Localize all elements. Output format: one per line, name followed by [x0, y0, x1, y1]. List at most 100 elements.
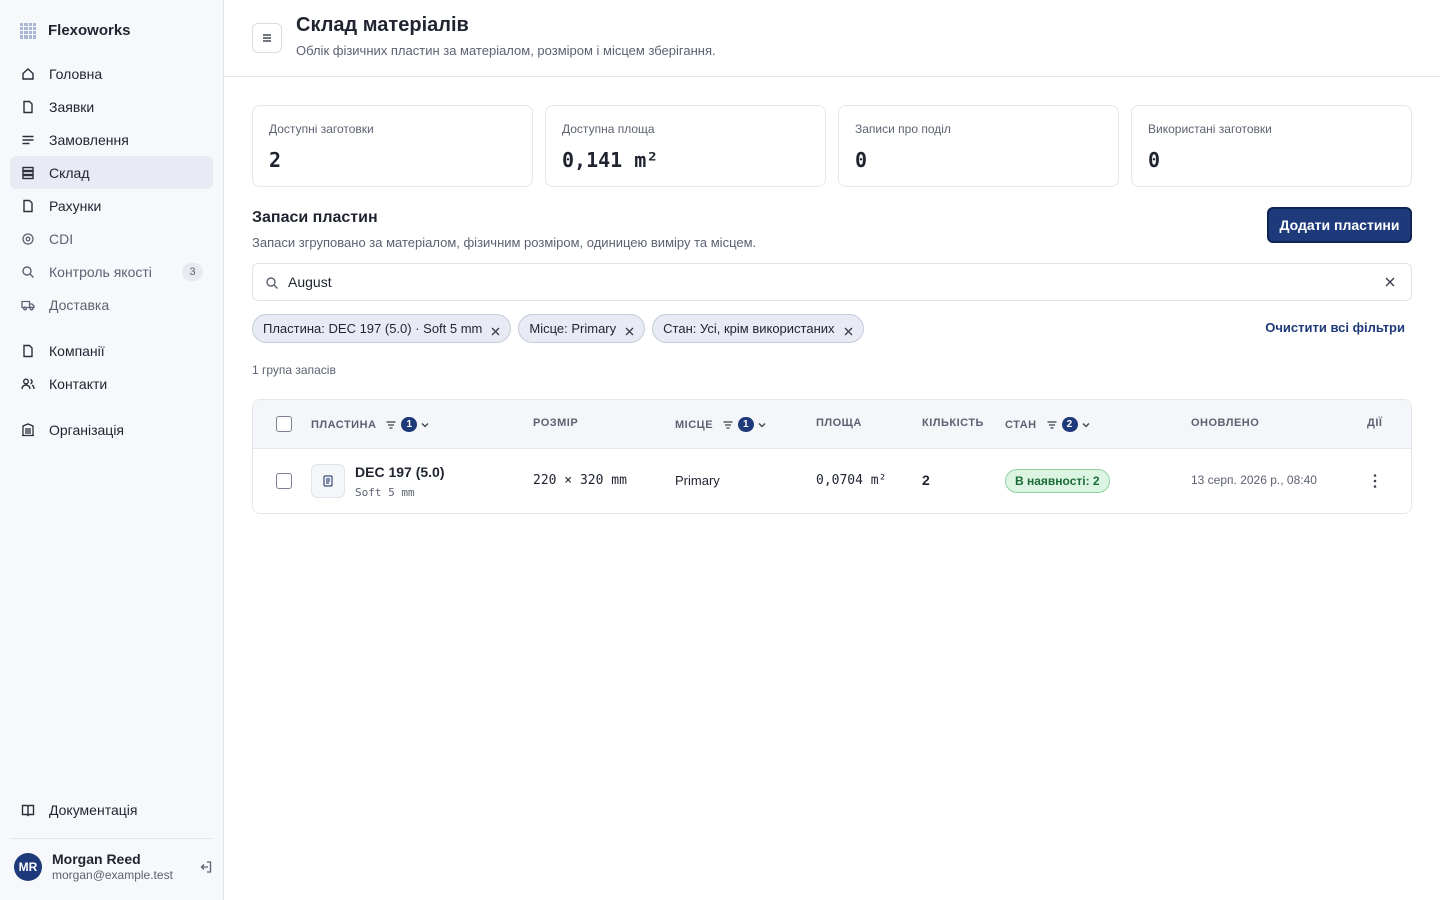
sidebar-item-invoices[interactable]: Рахунки: [10, 189, 213, 222]
clear-search-icon[interactable]: [1383, 275, 1397, 289]
filter-chips: Пластина: DEC 197 (5.0) · Soft 5 mm Місц…: [252, 314, 864, 343]
contacts-icon: [21, 377, 35, 391]
filter-icon: [723, 420, 733, 429]
sidebar-item-home[interactable]: Головна: [10, 57, 213, 90]
column-header-status[interactable]: СТАН 2: [1005, 417, 1091, 432]
stat-label: Використані заготовки: [1148, 122, 1272, 136]
user-info: Morgan Reed morgan@example.test: [52, 851, 173, 883]
column-header-size: РОЗМІР: [533, 417, 578, 429]
sidebar-docs: Документація: [10, 793, 213, 826]
row-checkbox[interactable]: [276, 473, 292, 489]
plate-location: Primary: [675, 473, 720, 488]
sidebar-item-contacts[interactable]: Контакти: [10, 367, 213, 400]
sidebar-item-documentation[interactable]: Документація: [10, 793, 213, 826]
chip-label: Місце: Primary: [529, 321, 617, 336]
column-header-quantity: КІЛЬКІСТЬ: [922, 417, 984, 429]
sidebar-item-label: Контроль якості: [49, 263, 152, 280]
plate-size: 220 × 320 mm: [533, 473, 627, 488]
column-label: ПЛОЩА: [816, 417, 862, 429]
sidebar-item-cdi[interactable]: CDI: [10, 222, 213, 255]
stat-used-blanks: Використані заготовки 0: [1131, 105, 1412, 187]
menu-icon: [263, 34, 271, 42]
filter-count-badge: 1: [738, 417, 755, 432]
filter-icon: [1047, 420, 1057, 429]
column-label: ПЛАСТИНА: [311, 418, 377, 431]
sidebar-item-label: Головна: [49, 65, 103, 82]
column-header-actions: ДІЇ: [1367, 417, 1382, 429]
plate-area: 0,0704 m²: [816, 473, 887, 488]
plate-document-icon: [311, 464, 345, 498]
sidebar-item-delivery[interactable]: Доставка: [10, 288, 213, 321]
column-header-updated: ОНОВЛЕНО: [1191, 417, 1259, 429]
column-label: КІЛЬКІСТЬ: [922, 417, 984, 429]
home-icon: [21, 67, 35, 81]
chevron-down-icon: [1082, 422, 1090, 427]
table-row[interactable]: DEC 197 (5.0) Soft 5 mm 220 × 320 mm Pri…: [253, 449, 1411, 513]
column-label: СТАН: [1005, 418, 1037, 431]
stat-available-blanks: Доступні заготовки 2: [252, 105, 533, 187]
menu-toggle-button[interactable]: [252, 23, 282, 53]
user-profile[interactable]: MR Morgan Reed morgan@example.test: [14, 851, 214, 883]
remove-filter-icon[interactable]: [491, 324, 500, 336]
column-header-location[interactable]: МІСЦЕ 1: [675, 417, 767, 432]
column-label: МІСЦЕ: [675, 418, 714, 431]
sidebar-item-companies[interactable]: Компанії: [10, 334, 213, 367]
section-title: Запаси пластин: [252, 209, 378, 226]
remove-filter-icon[interactable]: [844, 324, 853, 336]
more-actions-icon[interactable]: [1369, 472, 1381, 490]
column-header-area: ПЛОЩА: [816, 417, 862, 429]
chevron-down-icon: [758, 422, 766, 427]
book-icon: [21, 803, 35, 817]
filter-chip-location[interactable]: Місце: Primary: [518, 314, 646, 343]
stat-value: 0: [855, 148, 868, 172]
column-label: РОЗМІР: [533, 417, 579, 429]
plate-quantity: 2: [922, 472, 930, 488]
sidebar-item-label: Замовлення: [49, 131, 129, 148]
clear-all-filters-link[interactable]: Очистити всі фільтри: [1265, 320, 1405, 335]
sidebar-item-quality[interactable]: Контроль якості 3: [10, 255, 213, 288]
sidebar: Flexoworks Головна Заявки Замовлення Скл…: [0, 0, 224, 900]
search-input[interactable]: [288, 272, 1368, 292]
sidebar-item-label: Документація: [49, 801, 138, 818]
chip-label: Стан: Усі, крім використаних: [663, 321, 835, 336]
select-all-checkbox[interactable]: [276, 416, 292, 432]
brand-logo-icon: [20, 22, 36, 39]
stat-label: Записи про поділ: [855, 122, 951, 136]
sidebar-divider: [10, 838, 213, 839]
filter-chip-status[interactable]: Стан: Усі, крім використаних: [652, 314, 864, 343]
brand-name: Flexoworks: [48, 22, 131, 39]
filter-chip-plate[interactable]: Пластина: DEC 197 (5.0) · Soft 5 mm: [252, 314, 512, 343]
updated-timestamp: 13 серп. 2026 р., 08:40: [1191, 473, 1317, 487]
stat-available-area: Доступна площа 0,141 m²: [545, 105, 826, 187]
column-header-plate[interactable]: ПЛАСТИНА 1: [311, 417, 430, 432]
sidebar-item-label: Заявки: [49, 98, 95, 115]
filter-icon: [386, 420, 396, 429]
logout-icon[interactable]: [198, 859, 214, 875]
sidebar-item-label: Доставка: [49, 296, 110, 313]
stat-value: 2: [269, 148, 282, 172]
plate-name[interactable]: DEC 197 (5.0): [355, 464, 444, 480]
add-plates-button[interactable]: Додати пластини: [1267, 207, 1412, 243]
column-label: ОНОВЛЕНО: [1191, 417, 1260, 429]
stack-icon: [21, 166, 35, 180]
stat-value: 0: [1148, 148, 1161, 172]
sidebar-item-requests[interactable]: Заявки: [10, 90, 213, 123]
sidebar-item-organization[interactable]: Організація: [10, 413, 213, 446]
search-icon: [265, 276, 279, 290]
remove-filter-icon[interactable]: [625, 324, 634, 336]
sidebar-item-orders[interactable]: Замовлення: [10, 123, 213, 156]
search-icon: [21, 265, 35, 279]
truck-icon: [21, 298, 35, 312]
building-icon: [21, 422, 35, 437]
section-subtitle: Запаси згруповано за матеріалом, фізични…: [252, 235, 757, 250]
table-header: ПЛАСТИНА 1 РОЗМІР МІСЦЕ 1 ПЛОЩА КІЛЬКІСТ…: [253, 400, 1411, 449]
document-icon: [21, 100, 35, 114]
filter-count-badge: 1: [401, 417, 418, 432]
stat-label: Доступні заготовки: [269, 122, 374, 136]
user-email: morgan@example.test: [52, 868, 173, 882]
sidebar-nav: Головна Заявки Замовлення Склад Рахунки …: [10, 57, 213, 446]
group-count: 1 група запасів: [252, 363, 336, 377]
sidebar-item-label: Рахунки: [49, 197, 102, 214]
sidebar-item-warehouse[interactable]: Склад: [10, 156, 213, 189]
brand[interactable]: Flexoworks: [20, 22, 131, 39]
